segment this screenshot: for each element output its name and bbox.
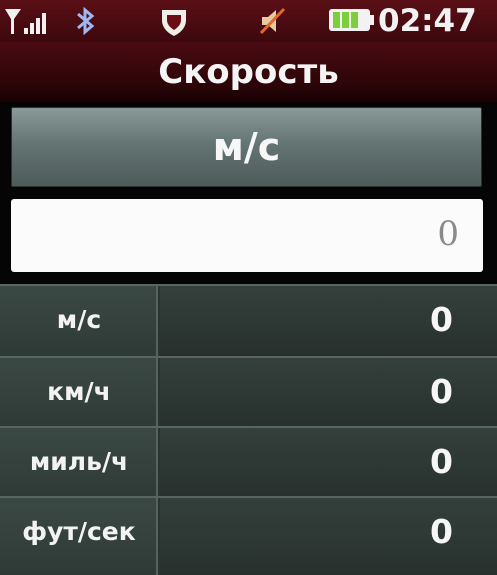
speed-converter-screen: 02:47 Скорость м/с 0 м/с 0 км/ч 0 миль/ч… <box>0 0 497 575</box>
shield-icon <box>162 10 186 36</box>
table-row: фут/сек 0 <box>0 496 497 575</box>
battery-icon <box>329 9 374 31</box>
unit-cell: фут/сек <box>0 498 158 575</box>
converted-value: 0 <box>430 372 453 411</box>
unit-cell: миль/ч <box>0 428 158 498</box>
unit-cell: км/ч <box>0 358 158 428</box>
converted-value: 0 <box>430 300 453 339</box>
signal-icon <box>5 9 46 34</box>
table-row: миль/ч 0 <box>0 426 497 498</box>
unit-label: фут/сек <box>22 517 136 546</box>
mute-icon <box>259 7 286 35</box>
status-clock: 02:47 <box>378 3 477 39</box>
value-cell: 0 <box>160 498 497 575</box>
unit-label: м/с <box>56 305 102 334</box>
table-row: м/с 0 <box>0 284 497 356</box>
status-bar: 02:47 <box>0 0 497 42</box>
value-cell: 0 <box>160 286 497 356</box>
value-cell: 0 <box>160 428 497 498</box>
unit-label: миль/ч <box>29 447 129 476</box>
converted-value: 0 <box>430 442 453 481</box>
speed-value-text: 0 <box>437 214 459 254</box>
title-bar: Скорость <box>0 42 497 104</box>
table-row: км/ч 0 <box>0 356 497 428</box>
bluetooth-icon <box>77 6 95 36</box>
results-table: м/с 0 км/ч 0 миль/ч 0 фут/сек 0 <box>0 284 497 575</box>
converted-value: 0 <box>430 512 453 551</box>
unit-label: км/ч <box>47 377 111 406</box>
value-cell: 0 <box>160 358 497 428</box>
unit-selector-button[interactable]: м/с <box>11 107 482 187</box>
unit-selector-label: м/с <box>212 125 281 169</box>
speed-value-input[interactable]: 0 <box>11 199 483 272</box>
unit-cell: м/с <box>0 286 158 356</box>
page-title: Скорость <box>158 52 339 92</box>
